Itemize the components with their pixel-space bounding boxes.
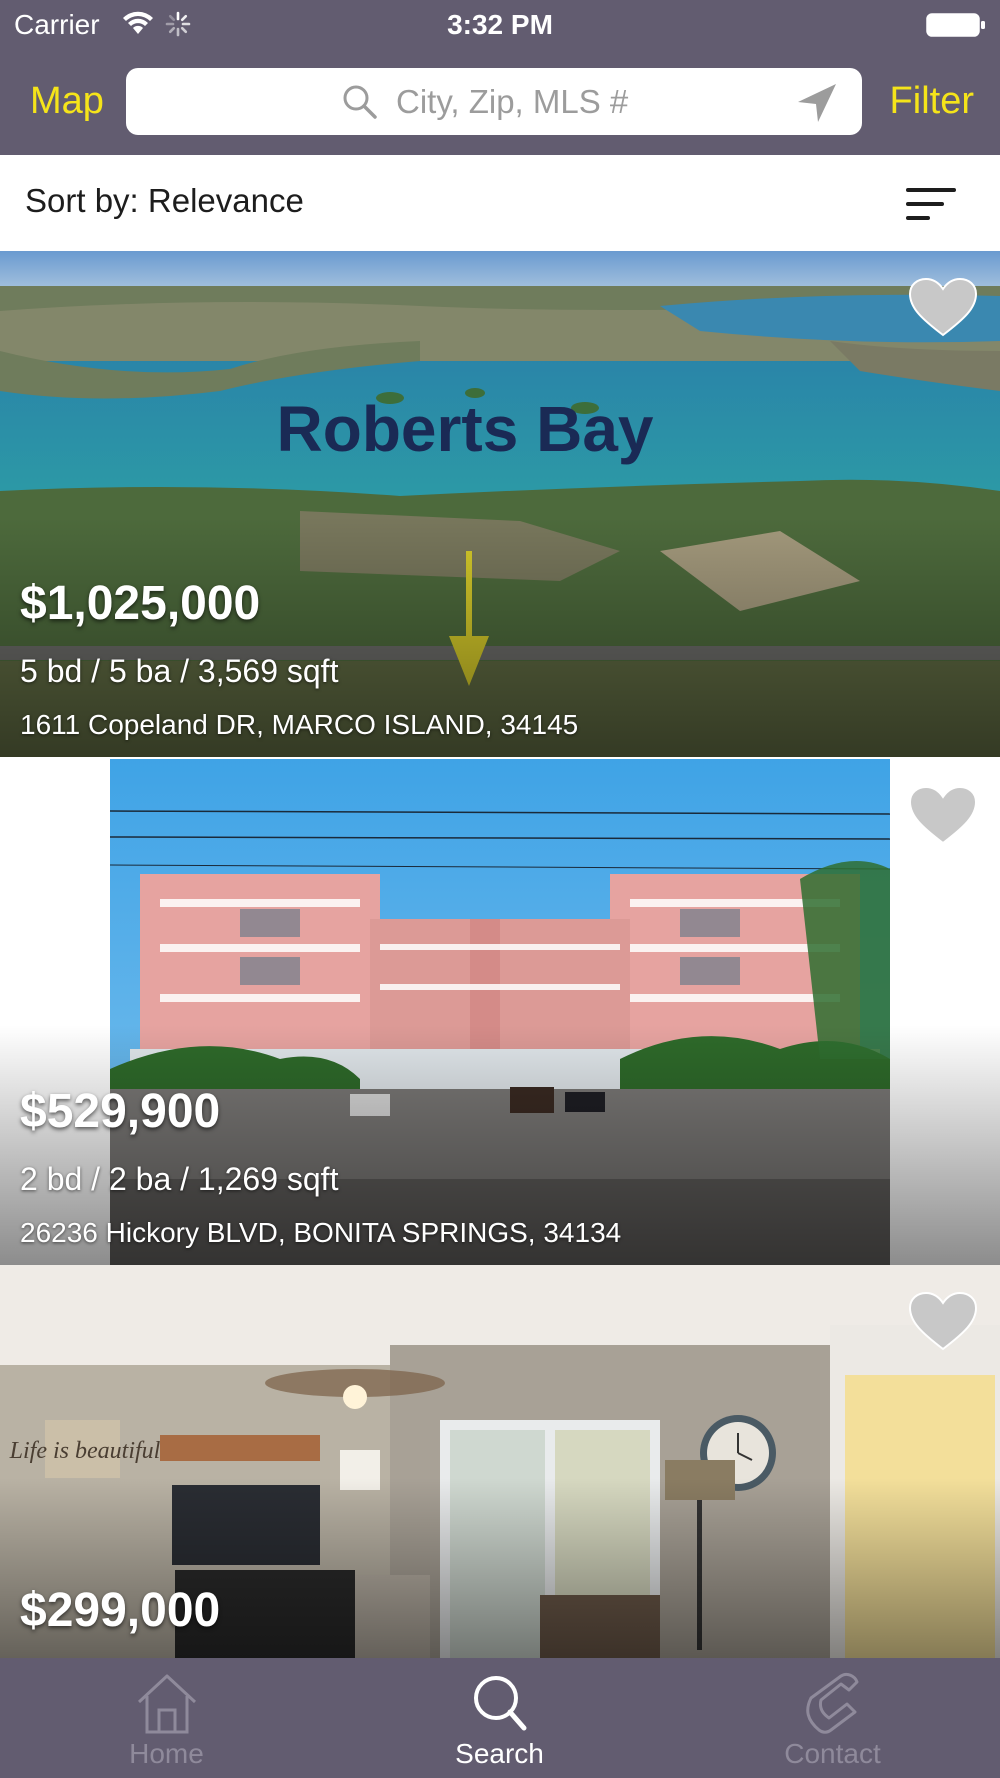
sort-bar[interactable]: Sort by: Relevance bbox=[0, 155, 1000, 251]
listing-address: 1611 Copeland DR, MARCO ISLAND, 34145 bbox=[20, 709, 579, 740]
search-icon bbox=[474, 1676, 527, 1731]
photo-sign-text: Life is beautiful bbox=[9, 1438, 161, 1464]
favorite-heart-icon[interactable] bbox=[908, 1291, 978, 1353]
search-field[interactable]: City, Zip, MLS # bbox=[126, 68, 862, 135]
tab-contact[interactable]: Contact bbox=[666, 1658, 999, 1778]
tab-contact-label: Contact bbox=[784, 1738, 881, 1769]
map-button[interactable]: Map bbox=[30, 80, 104, 123]
favorite-heart-icon[interactable] bbox=[908, 277, 978, 339]
search-icon bbox=[343, 85, 377, 119]
filter-button[interactable]: Filter bbox=[890, 80, 974, 123]
battery-icon bbox=[926, 13, 985, 37]
listing-price: $529,900 bbox=[20, 1085, 221, 1138]
status-bar: Carrier 3:32 PM bbox=[0, 0, 1000, 52]
tab-search-label: Search bbox=[455, 1738, 544, 1769]
tab-home[interactable]: Home bbox=[0, 1658, 333, 1778]
search-placeholder: City, Zip, MLS # bbox=[396, 83, 629, 120]
listing-price: $1,025,000 bbox=[20, 577, 261, 630]
listing-address: 26236 Hickory BLVD, BONITA SPRINGS, 3413… bbox=[20, 1217, 622, 1248]
location-arrow-icon[interactable] bbox=[796, 82, 838, 124]
tab-home-label: Home bbox=[129, 1738, 204, 1769]
home-icon bbox=[137, 1674, 197, 1734]
listing-card[interactable]: Life is beautiful $299,000 bbox=[0, 1265, 1000, 1658]
phone-icon bbox=[806, 1672, 859, 1734]
listing-card[interactable]: $529,900 2 bd / 2 ba / 1,269 sqft 26236 … bbox=[0, 759, 1000, 1265]
tab-search[interactable]: Search bbox=[333, 1658, 666, 1778]
listing-price: $299,000 bbox=[20, 1584, 221, 1637]
top-bar: Carrier 3:32 PM Map City, Zip, MLS # Fil… bbox=[0, 0, 1000, 155]
listing-specs: 5 bd / 5 ba / 3,569 sqft bbox=[20, 653, 339, 689]
sort-label: Sort by: Relevance bbox=[25, 182, 304, 219]
app-screen: Carrier 3:32 PM Map City, Zip, MLS # Fil… bbox=[0, 0, 1000, 1778]
clock-label: 3:32 PM bbox=[447, 9, 553, 40]
photo-overlay-text: Roberts Bay bbox=[277, 393, 654, 465]
listing-card[interactable]: Roberts Bay $1,025,000 5 bd / 5 ba / 3,5… bbox=[0, 251, 1000, 757]
listing-specs: 2 bd / 2 ba / 1,269 sqft bbox=[20, 1161, 339, 1197]
sort-icon[interactable] bbox=[906, 185, 956, 223]
favorite-heart-icon[interactable] bbox=[908, 785, 978, 847]
tab-bar: Home Search Contact bbox=[0, 1658, 1000, 1778]
